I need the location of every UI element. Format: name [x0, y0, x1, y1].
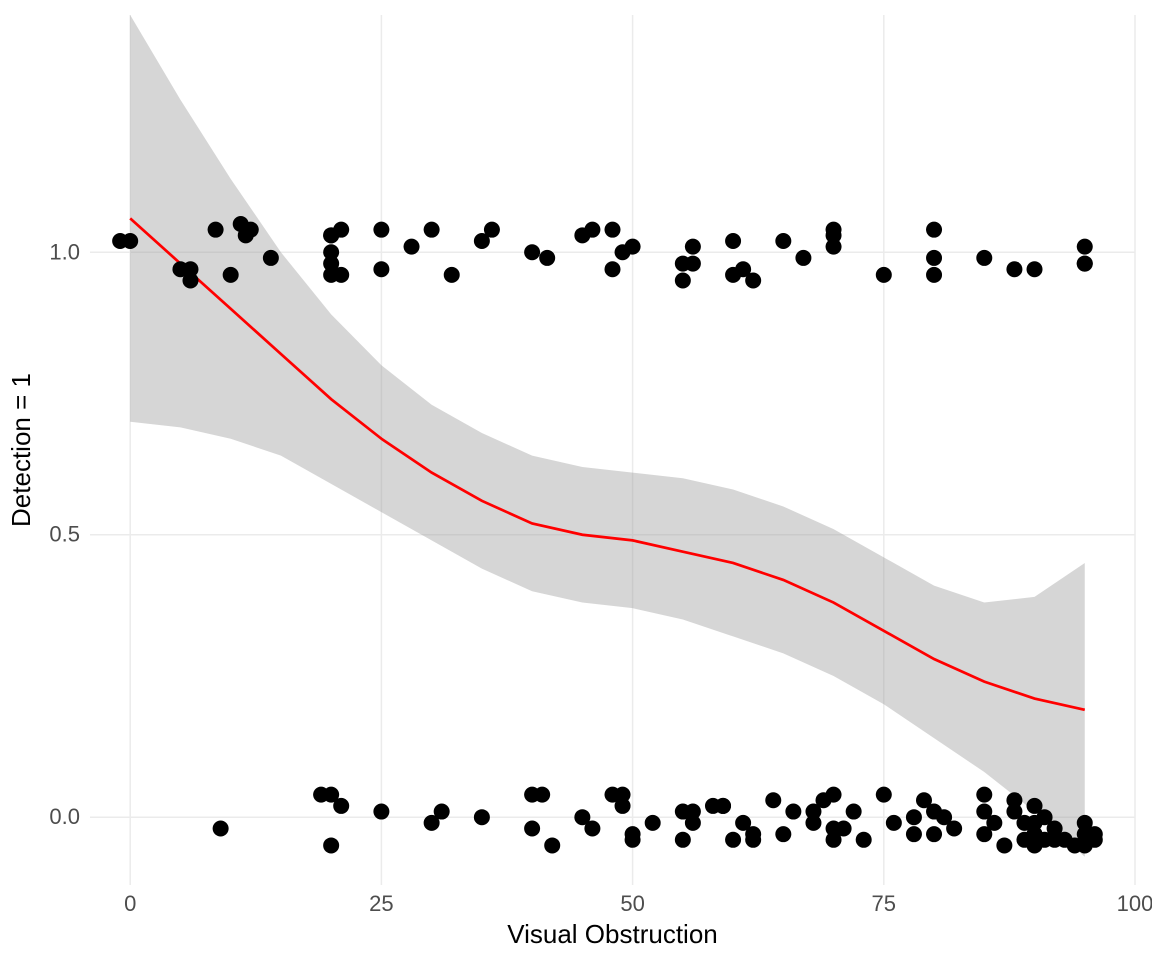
data-point: [856, 832, 872, 848]
data-point: [876, 787, 892, 803]
data-point: [584, 222, 600, 238]
x-tick-label: 50: [620, 891, 644, 916]
data-point: [584, 821, 600, 837]
data-point: [725, 832, 741, 848]
data-point: [434, 804, 450, 820]
x-tick-label: 0: [124, 891, 136, 916]
data-point: [223, 267, 239, 283]
data-point: [906, 826, 922, 842]
data-point: [745, 832, 761, 848]
data-point: [926, 826, 942, 842]
data-point: [675, 273, 691, 289]
data-point: [524, 244, 540, 260]
data-point: [785, 804, 801, 820]
data-point: [544, 837, 560, 853]
data-point: [404, 239, 420, 255]
y-tick-label: 1.0: [49, 239, 80, 264]
data-point: [725, 233, 741, 249]
data-point: [524, 821, 540, 837]
y-tick-labels: 0.0 0.5 1.0: [49, 239, 80, 829]
data-point: [645, 815, 661, 831]
data-point: [926, 267, 942, 283]
data-point: [685, 815, 701, 831]
data-point: [826, 787, 842, 803]
data-point: [182, 273, 198, 289]
data-point: [323, 837, 339, 853]
y-axis-title: Detection = 1: [6, 373, 36, 527]
data-point: [605, 261, 621, 277]
data-point: [1087, 826, 1103, 842]
data-point: [886, 815, 902, 831]
data-point: [715, 798, 731, 814]
data-point: [474, 809, 490, 825]
data-point: [765, 792, 781, 808]
y-tick-label: 0.5: [49, 522, 80, 547]
data-point: [243, 222, 259, 238]
chart-container: 0255075100 0.00.51.0 Visual Obstruction …: [0, 0, 1152, 960]
data-point: [826, 239, 842, 255]
data-point: [605, 222, 621, 238]
data-point: [625, 832, 641, 848]
data-point: [795, 250, 811, 266]
data-point: [906, 809, 922, 825]
data-point: [1077, 256, 1093, 272]
data-point: [534, 787, 550, 803]
data-point: [444, 267, 460, 283]
data-point: [926, 222, 942, 238]
x-tick-labels: 0 25 50 75 100: [124, 891, 1152, 916]
data-point: [876, 267, 892, 283]
data-point: [976, 787, 992, 803]
data-point: [685, 239, 701, 255]
data-point: [946, 821, 962, 837]
data-point: [625, 239, 641, 255]
x-tick-label: 75: [872, 891, 896, 916]
data-point: [805, 804, 821, 820]
data-point: [333, 222, 349, 238]
x-tick-label: 25: [369, 891, 393, 916]
data-point: [836, 821, 852, 837]
data-point: [675, 832, 691, 848]
data-point: [1077, 239, 1093, 255]
data-point: [373, 222, 389, 238]
data-point: [484, 222, 500, 238]
data-point: [1006, 261, 1022, 277]
data-point: [424, 222, 440, 238]
data-point: [373, 261, 389, 277]
data-point: [775, 233, 791, 249]
x-axis-title: Visual Obstruction: [507, 919, 718, 949]
x-tick-label: 100: [1117, 891, 1152, 916]
data-point: [926, 250, 942, 266]
y-tick-label: 0.0: [49, 804, 80, 829]
chart-svg: 0255075100 0.00.51.0 Visual Obstruction …: [0, 0, 1152, 960]
data-point: [846, 804, 862, 820]
data-point: [122, 233, 138, 249]
data-point: [976, 250, 992, 266]
data-point: [615, 798, 631, 814]
data-point: [996, 837, 1012, 853]
data-point: [685, 256, 701, 272]
data-point: [1027, 261, 1043, 277]
data-point: [986, 815, 1002, 831]
data-point: [539, 250, 555, 266]
data-point: [775, 826, 791, 842]
data-point: [373, 804, 389, 820]
data-point: [333, 267, 349, 283]
data-point: [208, 222, 224, 238]
data-point: [263, 250, 279, 266]
data-point: [213, 821, 229, 837]
data-point: [333, 798, 349, 814]
data-point: [745, 273, 761, 289]
